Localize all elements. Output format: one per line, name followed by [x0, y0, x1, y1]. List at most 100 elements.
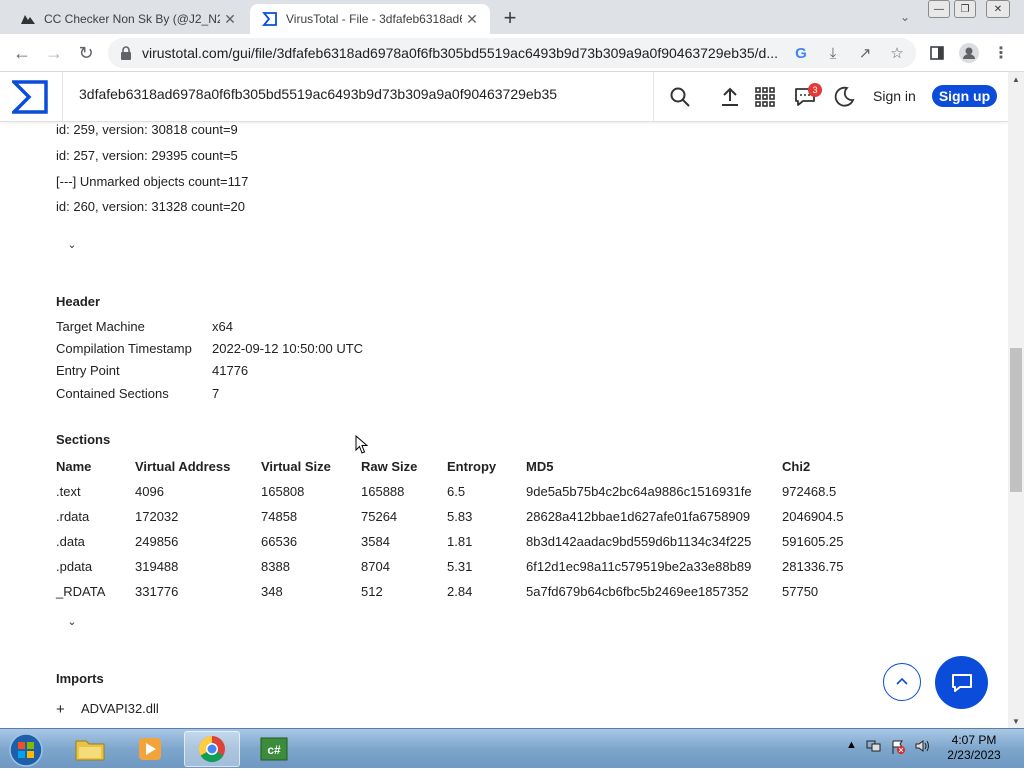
- network-tray-icon[interactable]: [866, 739, 882, 756]
- chat-bubble-icon: [951, 673, 972, 692]
- virustotal-logo-icon[interactable]: [12, 79, 48, 115]
- close-tab-icon[interactable]: ✕: [462, 9, 482, 29]
- search-input[interactable]: [79, 86, 639, 102]
- restore-window-button[interactable]: ❐: [954, 0, 976, 18]
- table-cell: 5a7fd679b64cb6fbc5b2469ee1857352: [526, 584, 749, 599]
- sign-in-link[interactable]: Sign in: [873, 88, 916, 104]
- table-cell: 74858: [261, 509, 298, 524]
- tab-cc-checker[interactable]: CC Checker Non Sk By (@J2_N2) ✕: [8, 4, 248, 34]
- rich-header-entry: id: 257, version: 29395 count=5: [56, 148, 238, 163]
- table-cell: 4096: [135, 484, 164, 499]
- dark-mode-moon-icon[interactable]: [832, 85, 856, 109]
- forward-arrow-icon[interactable]: →: [42, 41, 66, 65]
- scroll-thumb[interactable]: [1010, 348, 1022, 492]
- tab-title: VirusTotal - File - 3dfafeb6318ad6978a0f…: [286, 12, 462, 26]
- google-lens-icon[interactable]: G: [790, 43, 812, 63]
- new-tab-button[interactable]: +: [498, 5, 522, 30]
- rich-header-entry: id: 260, version: 31328 count=20: [56, 199, 246, 214]
- table-cell: 66536: [261, 534, 298, 549]
- table-cell: 972468.5: [782, 484, 837, 499]
- column-header: MD5: [526, 459, 554, 474]
- table-cell: 8b3d142aadac9bd559d6b1134c34f225: [526, 534, 752, 549]
- tab-search-chevron-icon[interactable]: ⌄: [894, 7, 916, 27]
- imports-section-title: Imports: [56, 671, 104, 686]
- table-cell: 9de5a5b75b4c2bc64a9886c1516931fe: [526, 484, 752, 499]
- scroll-down-arrow-icon[interactable]: ▼: [1008, 714, 1024, 728]
- close-tab-icon[interactable]: ✕: [220, 9, 240, 29]
- table-cell: 5.31: [447, 559, 473, 574]
- table-cell: 172032: [135, 509, 179, 524]
- csharp-app-taskbar-icon[interactable]: c#: [246, 731, 302, 767]
- table-cell: .data: [56, 534, 85, 549]
- column-header: Virtual Address: [135, 459, 231, 474]
- expand-chevron-icon[interactable]: ⌄: [64, 238, 80, 251]
- column-header: Name: [56, 459, 92, 474]
- table-cell: 3584: [361, 534, 390, 549]
- rich-header-entry: [---] Unmarked objects count=117: [56, 174, 249, 189]
- column-header: Virtual Size: [261, 459, 331, 474]
- scroll-up-arrow-icon[interactable]: ▲: [1008, 72, 1024, 86]
- table-cell: 591605.25: [782, 534, 844, 549]
- sign-up-button[interactable]: Sign up: [932, 85, 997, 107]
- show-hidden-icons-arrow-icon[interactable]: ▲: [846, 739, 857, 751]
- column-header: Chi2: [782, 459, 811, 474]
- table-cell: 5.83: [447, 509, 473, 524]
- tab-title: CC Checker Non Sk By (@J2_N2): [44, 12, 220, 26]
- table-cell: _RDATA: [56, 584, 106, 599]
- table-cell: 2.84: [447, 584, 473, 599]
- chrome-taskbar-icon[interactable]: [184, 731, 240, 767]
- media-player-taskbar-icon[interactable]: [122, 731, 178, 767]
- install-app-icon[interactable]: ⤓: [822, 43, 844, 63]
- search-box: [62, 72, 654, 121]
- clock-date: 2/23/2023: [947, 748, 1001, 762]
- side-panel-icon[interactable]: [926, 43, 948, 63]
- close-window-button[interactable]: ✕: [986, 0, 1010, 18]
- apps-grid-icon[interactable]: [753, 85, 777, 109]
- table-cell: 249856: [135, 534, 179, 549]
- table-cell: .text: [56, 484, 81, 499]
- page-scrollbar[interactable]: ▲ ▼: [1008, 72, 1024, 728]
- share-icon[interactable]: ↗: [854, 43, 876, 63]
- back-arrow-icon[interactable]: ←: [10, 41, 34, 65]
- mouse-cursor-icon: [355, 435, 369, 454]
- app-favicon-icon: [21, 15, 35, 24]
- chat-support-button[interactable]: [935, 656, 988, 709]
- table-cell: .rdata: [56, 509, 90, 524]
- table-cell: 28628a412bbae1d627afe01fa6758909: [526, 509, 751, 524]
- tab-virustotal[interactable]: VirusTotal - File - 3dfafeb6318ad6978a0f…: [250, 4, 490, 34]
- table-cell: 57750: [782, 584, 819, 599]
- expand-plus-icon[interactable]: +: [56, 701, 65, 718]
- bookmark-star-icon[interactable]: ☆: [886, 43, 908, 63]
- notification-count-badge: 3: [808, 83, 822, 97]
- column-header: Raw Size: [361, 459, 418, 474]
- address-bar[interactable]: virustotal.com/gui/file/3dfafeb6318ad697…: [108, 38, 916, 68]
- header-value: 41776: [212, 363, 249, 378]
- action-center-flag-icon[interactable]: [890, 739, 906, 758]
- table-cell: 319488: [135, 559, 179, 574]
- table-cell: 281336.75: [782, 559, 844, 574]
- lock-icon: [121, 46, 131, 60]
- import-dll-item[interactable]: ADVAPI32.dll: [81, 701, 159, 716]
- table-cell: 331776: [135, 584, 179, 599]
- header-label: Contained Sections: [56, 386, 169, 401]
- windows-start-orb-icon[interactable]: [4, 731, 48, 769]
- header-label: Compilation Timestamp: [56, 341, 192, 356]
- expand-chevron-icon[interactable]: ⌄: [64, 615, 80, 628]
- scroll-to-top-button[interactable]: [883, 663, 921, 701]
- windows-taskbar: c# ▲: [0, 728, 1024, 768]
- minimize-window-button[interactable]: —: [928, 0, 950, 18]
- reload-icon[interactable]: ↻: [74, 41, 98, 65]
- taskbar-clock[interactable]: 4:07 PM 2/23/2023: [944, 733, 1004, 763]
- url-text: virustotal.com/gui/file/3dfafeb6318ad697…: [142, 45, 778, 61]
- file-explorer-taskbar-icon[interactable]: [62, 731, 118, 767]
- table-cell: 6f12d1ec98a11c579519be2a33e88b89: [526, 559, 752, 574]
- volume-speaker-icon[interactable]: [914, 739, 930, 756]
- profile-avatar-icon[interactable]: [958, 43, 980, 63]
- table-cell: 512: [361, 584, 383, 599]
- upload-icon[interactable]: [718, 85, 742, 109]
- chrome-menu-icon[interactable]: ⋮: [990, 43, 1012, 63]
- header-label: Target Machine: [56, 319, 145, 334]
- search-icon[interactable]: [668, 85, 692, 109]
- rich-header-entry: id: 259, version: 30818 count=9: [56, 122, 238, 137]
- table-cell: 165888: [361, 484, 405, 499]
